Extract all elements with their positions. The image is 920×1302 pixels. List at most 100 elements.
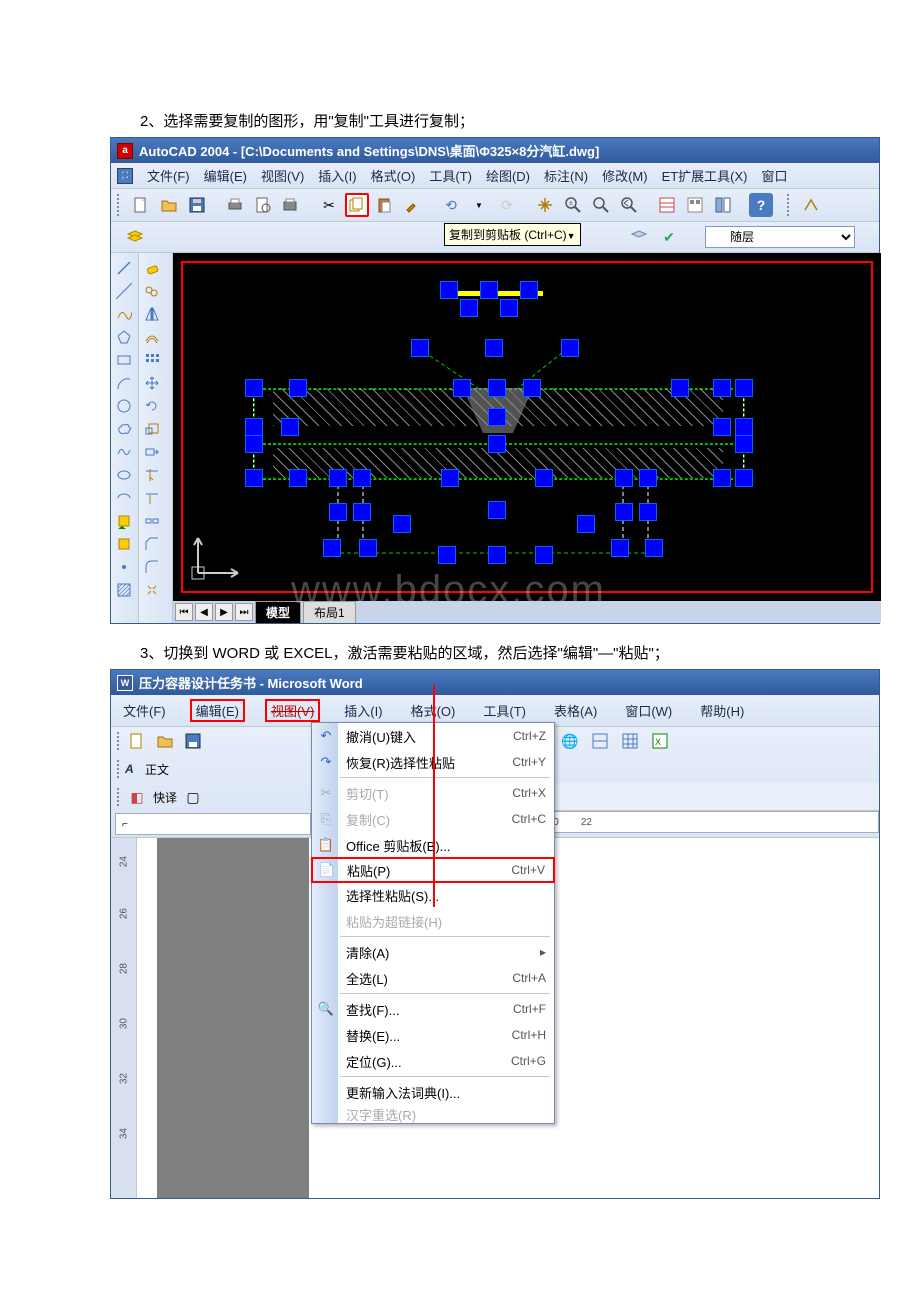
mi-replace[interactable]: 替换(E)...Ctrl+H	[312, 1022, 554, 1048]
menu-modify[interactable]: 修改(M)	[602, 166, 648, 185]
layout1-tab[interactable]: 布局1	[303, 601, 356, 624]
word-menu-window[interactable]: 窗口(W)	[625, 701, 672, 720]
preview-button[interactable]	[251, 193, 275, 217]
rectangle-tool[interactable]	[111, 349, 137, 371]
tab-next[interactable]: ▶	[215, 603, 233, 621]
tab-indent-marker[interactable]: ⌐	[122, 819, 128, 830]
wtb-insert-table[interactable]	[618, 729, 642, 753]
move-tool[interactable]	[139, 372, 165, 394]
properties-button[interactable]	[655, 193, 679, 217]
word-menu-view[interactable]: 视图(V)	[265, 699, 320, 722]
print-button[interactable]	[223, 193, 247, 217]
open-button[interactable]	[157, 193, 181, 217]
menu-tools[interactable]: 工具(T)	[429, 166, 472, 185]
word-vertical-ruler[interactable]: 24 26 28 30 32 34	[111, 838, 137, 1198]
word-open-button[interactable]	[153, 729, 177, 753]
polygon-tool[interactable]	[111, 326, 137, 348]
zoom-window-button[interactable]	[589, 193, 613, 217]
undo-dropdown[interactable]: ▼	[467, 193, 491, 217]
menu-file[interactable]: 文件(F)	[147, 166, 190, 185]
quicktrans-label[interactable]: 快译	[153, 789, 177, 806]
menu-edit[interactable]: 编辑(E)	[204, 166, 247, 185]
word-style-label[interactable]: 正文	[145, 761, 195, 778]
mi-goto[interactable]: 定位(G)...Ctrl+G	[312, 1048, 554, 1074]
array-tool[interactable]	[139, 349, 165, 371]
menu-window[interactable]: 窗口	[762, 166, 788, 185]
word-menu-file[interactable]: 文件(F)	[123, 701, 166, 720]
tab-first[interactable]: ⏮	[175, 603, 193, 621]
explode-tool[interactable]	[139, 579, 165, 601]
toolpalettes-button[interactable]	[711, 193, 735, 217]
wtb-tables-borders[interactable]	[588, 729, 612, 753]
draworder-button[interactable]	[799, 193, 823, 217]
layermanager-button[interactable]	[123, 225, 147, 249]
word-menu-edit[interactable]: 编辑(E)	[190, 699, 245, 722]
layer-dropdown[interactable]: 随层	[705, 226, 855, 248]
extend-tool[interactable]	[139, 487, 165, 509]
erase-tool[interactable]	[139, 257, 165, 279]
ellipsearc-tool[interactable]	[111, 487, 137, 509]
fillet-tool[interactable]	[139, 556, 165, 578]
quicktrans-btn[interactable]: ▢	[181, 785, 205, 809]
matchprop-button[interactable]	[401, 193, 425, 217]
mirror-tool[interactable]	[139, 303, 165, 325]
line-tool[interactable]	[111, 257, 137, 279]
help-button[interactable]: ?	[749, 193, 773, 217]
circle-tool[interactable]	[111, 395, 137, 417]
word-menu-help[interactable]: 帮助(H)	[700, 701, 744, 720]
chamfer-tool[interactable]	[139, 533, 165, 555]
hatch-tool[interactable]	[111, 579, 137, 601]
redo-button[interactable]: ⟳	[495, 193, 519, 217]
copy-tool[interactable]	[139, 280, 165, 302]
copyclip-button[interactable]	[345, 193, 369, 217]
stretch-tool[interactable]	[139, 441, 165, 463]
revcloud-tool[interactable]	[111, 418, 137, 440]
trim-tool[interactable]	[139, 464, 165, 486]
cut-button[interactable]: ✂	[317, 193, 341, 217]
pan-button[interactable]	[533, 193, 557, 217]
paste-button[interactable]	[373, 193, 397, 217]
pline-tool[interactable]	[111, 303, 137, 325]
mi-find[interactable]: 🔍查找(F)...Ctrl+F	[312, 996, 554, 1022]
new-button[interactable]	[129, 193, 153, 217]
scale-tool[interactable]	[139, 418, 165, 440]
publish-button[interactable]	[279, 193, 303, 217]
menu-draw[interactable]: 绘图(D)	[486, 166, 530, 185]
menu-et[interactable]: ET扩展工具(X)	[662, 166, 748, 185]
wtb-hyperlink[interactable]: 🌐	[558, 729, 582, 753]
arc-tool[interactable]	[111, 372, 137, 394]
wtb-insert-xls[interactable]: X	[648, 729, 672, 753]
model-tab[interactable]: 模型	[255, 601, 301, 624]
tab-prev[interactable]: ◀	[195, 603, 213, 621]
word-menu-insert[interactable]: 插入(I)	[344, 701, 382, 720]
toolbar-grip-2[interactable]	[787, 194, 793, 216]
layer-states-button[interactable]: ✔	[657, 225, 681, 249]
mi-selectall[interactable]: 全选(L)Ctrl+A	[312, 965, 554, 991]
menu-view[interactable]: 视图(V)	[261, 166, 304, 185]
word-new-button[interactable]	[125, 729, 149, 753]
insertblock-tool[interactable]	[111, 510, 137, 532]
point-tool[interactable]	[111, 556, 137, 578]
ellipse-tool[interactable]	[111, 464, 137, 486]
zoom-previous-button[interactable]	[617, 193, 641, 217]
word-save-button[interactable]	[181, 729, 205, 753]
makeblock-tool[interactable]	[111, 533, 137, 555]
zoom-realtime-button[interactable]: ±	[561, 193, 585, 217]
quicktrans-icon[interactable]: ◧	[125, 785, 149, 809]
mi-ime-dict[interactable]: 更新输入法词典(I)...	[312, 1079, 554, 1105]
menu-dim[interactable]: 标注(N)	[544, 166, 588, 185]
rotate-tool[interactable]	[139, 395, 165, 417]
menu-format[interactable]: 格式(O)	[371, 166, 416, 185]
mi-clear[interactable]: 清除(A)▸	[312, 939, 554, 965]
break-tool[interactable]	[139, 510, 165, 532]
save-button[interactable]	[185, 193, 209, 217]
word-menu-tools[interactable]: 工具(T)	[483, 701, 526, 720]
mi-paste-hyperlink[interactable]: 粘贴为超链接(H)	[312, 908, 554, 934]
xline-tool[interactable]	[111, 280, 137, 302]
prev-layer-button[interactable]	[627, 225, 651, 249]
undo-button[interactable]: ⟲	[439, 193, 463, 217]
mi-reconvert[interactable]: 汉字重选(R)	[312, 1105, 554, 1123]
designcenter-button[interactable]	[683, 193, 707, 217]
tab-last[interactable]: ⏭	[235, 603, 253, 621]
toolbar-grip[interactable]	[117, 194, 123, 216]
